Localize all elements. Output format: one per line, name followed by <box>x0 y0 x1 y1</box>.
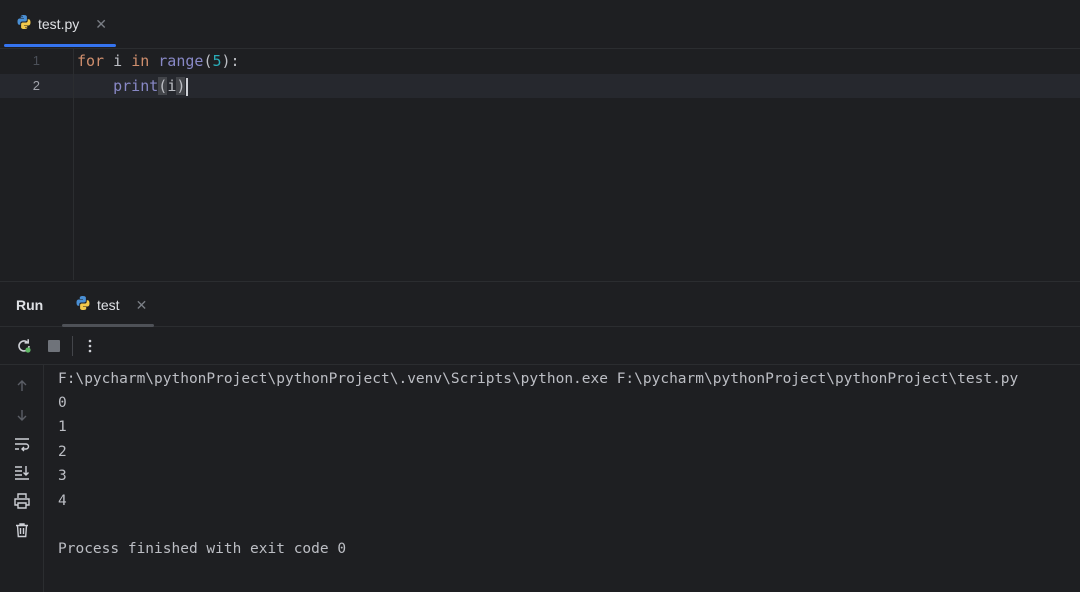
active-tab-indicator <box>4 44 116 47</box>
code-token: 5 <box>212 52 222 70</box>
editor-tab-test-py[interactable]: test.py ✕ <box>4 0 116 48</box>
line-number: 2 <box>32 78 40 93</box>
scroll-down-button[interactable] <box>12 405 32 425</box>
printer-icon <box>14 493 30 509</box>
console-line: 0 <box>58 395 67 411</box>
editor-tab-bar: test.py ✕ <box>0 0 1080 49</box>
line-number-gutter: 1 2 <box>0 49 73 280</box>
stop-icon <box>48 340 60 352</box>
console-side-toolbar <box>0 365 44 592</box>
code-line-2[interactable]: print(i) <box>77 74 189 98</box>
run-panel-title: Run <box>16 297 44 313</box>
close-icon[interactable]: ✕ <box>136 297 148 314</box>
python-file-icon <box>16 14 32 35</box>
soft-wrap-button[interactable] <box>12 434 32 454</box>
python-file-icon <box>75 295 91 316</box>
console-line: 2 <box>58 444 67 460</box>
scroll-up-button[interactable] <box>12 376 32 396</box>
rerun-icon <box>18 339 31 353</box>
matched-paren: ( <box>158 77 168 95</box>
code-token: i <box>104 52 132 70</box>
soft-wrap-icon <box>15 438 30 452</box>
more-options-button[interactable] <box>80 336 100 356</box>
gutter-separator <box>73 49 74 280</box>
toolbar-separator <box>72 336 73 356</box>
editor-tab-label: test.py <box>38 16 80 32</box>
console-line: Process finished with exit code 0 <box>58 541 347 557</box>
console-line: 1 <box>58 419 67 435</box>
code-token: i <box>167 77 177 95</box>
clear-all-button[interactable] <box>12 520 32 540</box>
print-button[interactable] <box>12 491 32 511</box>
code-editor[interactable]: 1 2 for i in range(5): print(i) <box>0 49 1080 280</box>
code-token: range <box>158 52 204 70</box>
text-caret <box>186 77 189 96</box>
more-vertical-icon <box>88 339 92 353</box>
close-icon[interactable]: ✕ <box>95 16 107 33</box>
stop-button[interactable] <box>44 336 64 356</box>
rerun-button[interactable] <box>14 336 34 356</box>
code-token: in <box>131 52 150 70</box>
console-line: 4 <box>58 493 67 509</box>
trash-icon <box>16 523 28 538</box>
run-tool-window-header: Run test ✕ <box>0 281 1080 327</box>
scroll-to-end-button[interactable] <box>12 462 32 482</box>
console-line: 3 <box>58 468 67 484</box>
console-line: F:\pycharm\pythonProject\pythonProject\.… <box>58 371 1019 387</box>
code-token: ): <box>221 52 240 70</box>
run-tab-label: test <box>97 297 120 313</box>
code-token: for <box>77 52 105 70</box>
arrow-up-icon <box>17 380 27 391</box>
code-line-1[interactable]: for i in range(5): <box>77 49 240 73</box>
run-tab-test[interactable]: test ✕ <box>62 282 154 328</box>
matched-paren: ) <box>176 77 186 95</box>
code-token: print <box>113 77 159 95</box>
run-toolbar <box>0 327 1080 365</box>
scroll-to-end-icon <box>15 466 29 480</box>
line-number: 1 <box>32 53 40 68</box>
run-console-output[interactable]: F:\pycharm\pythonProject\pythonProject\.… <box>45 365 1080 592</box>
arrow-down-icon <box>17 410 27 421</box>
